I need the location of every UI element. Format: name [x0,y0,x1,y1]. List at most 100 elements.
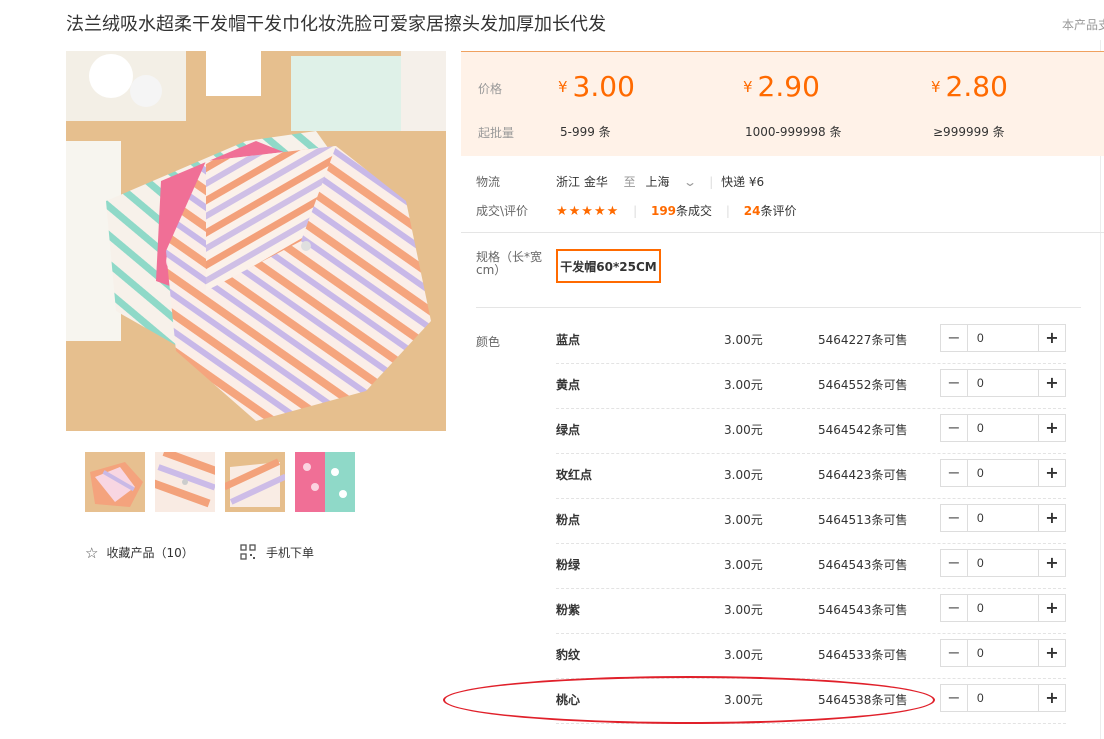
price-value: 2.90 [757,70,820,103]
ship-to-select[interactable]: 上海 [646,175,670,189]
corner-note: 本产品支 [1062,18,1104,32]
review-count[interactable]: 24 [744,204,761,218]
mobile-order-button[interactable]: 手机下单 [240,544,314,561]
unit-price: 3.00元 [724,423,763,437]
qr-code-icon [240,544,256,560]
quantity-input[interactable] [968,505,1038,531]
min-qty-label: 起批量 [478,126,515,140]
increase-button[interactable]: + [1038,460,1065,486]
color-row: 粉绿 3.00元 5464543条可售 − + [556,543,1066,589]
price-value: 3.00 [572,70,635,103]
decrease-button[interactable]: − [941,685,968,711]
color-row: 粉点3.00元5464513条可售−+ [556,498,1066,544]
quantity-stepper: −+ [940,639,1066,667]
price-tier-1: ¥3.00 [558,70,635,103]
quantity-stepper: −+ [940,324,1066,352]
stock-available: 5464543条可售 [818,558,908,572]
decrease-button[interactable]: − [941,550,968,576]
thumbnail-1[interactable] [85,452,145,512]
deal-count[interactable]: 199 [651,204,676,218]
unit-price: 3.00元 [724,468,763,482]
thumbnail-3[interactable] [225,452,285,512]
quantity-input[interactable] [968,640,1038,666]
quantity-stepper: −+ [940,504,1066,532]
decrease-button[interactable]: − [941,415,968,441]
decrease-button[interactable]: − [941,370,968,396]
favorite-label: 收藏产品（10） [106,546,194,560]
review-suffix: 条评价 [760,204,797,218]
product-title: 法兰绒吸水超柔干发帽干发巾化妆洗脸可爱家居擦头发加厚加长代发 [66,14,606,35]
stock-available: 5464227条可售 [818,333,908,347]
quantity-input[interactable] [968,685,1038,711]
unit-price: 3.00元 [724,558,763,572]
unit-price: 3.00元 [724,693,763,707]
quantity-stepper: −+ [940,369,1066,397]
increase-button[interactable]: + [1038,550,1065,576]
color-name: 玫红点 [556,468,593,482]
thumbnail-2[interactable] [155,452,215,512]
price-panel: 价格 起批量 ¥3.00 ¥2.90 ¥2.80 5-999 条 1000-99… [461,51,1104,156]
stock-available: 5464542条可售 [818,423,908,437]
logistics-info: 浙江 金华 至 上海 ⌄ | 快递 ¥6 [556,173,770,190]
decrease-button[interactable]: − [941,640,968,666]
increase-button[interactable]: + [1038,595,1065,621]
qty-tier-2: 1000-999998 条 [745,125,842,139]
color-row: 桃心 3.00元 5464538条可售 − + [556,678,1066,724]
quantity-input[interactable] [968,370,1038,396]
stock-available: 5464543条可售 [818,603,908,617]
color-row: 黄点3.00元5464552条可售−+ [556,363,1066,409]
price-tier-2: ¥2.90 [743,70,820,103]
unit-price: 3.00元 [724,648,763,662]
decrease-button[interactable]: − [941,460,968,486]
currency-symbol: ¥ [743,78,753,96]
rating-stars: ★★★★★ [556,204,620,219]
color-row: 豹纹3.00元5464533条可售−+ [556,633,1066,679]
decrease-button[interactable]: − [941,595,968,621]
quantity-input[interactable] [968,460,1038,486]
logistics-label: 物流 [476,175,501,189]
quantity-input[interactable] [968,550,1038,576]
increase-button[interactable]: + [1038,370,1065,396]
favorite-product-button[interactable]: ☆ 收藏产品（10） [85,544,194,562]
unit-price: 3.00元 [724,378,763,392]
star-outline-icon: ☆ [85,544,99,562]
increase-button[interactable]: + [1038,685,1065,711]
color-name: 粉紫 [556,603,581,617]
decrease-button[interactable]: − [941,325,968,351]
separator: | [709,175,714,189]
unit-price: 3.00元 [724,513,763,527]
stock-available: 5464538条可售 [818,693,908,707]
increase-button[interactable]: + [1038,505,1065,531]
main-product-image[interactable] [66,51,446,431]
chevron-down-icon[interactable]: ⌄ [683,175,697,189]
color-name: 桃心 [556,693,581,707]
divider [461,232,1104,233]
quantity-input[interactable] [968,415,1038,441]
deals-label: 成交\评价 [476,204,529,218]
color-name: 蓝点 [556,333,581,347]
price-label: 价格 [478,82,503,96]
quantity-input[interactable] [968,595,1038,621]
unit-price: 3.00元 [724,603,763,617]
quantity-input[interactable] [968,325,1038,351]
decrease-button[interactable]: − [941,505,968,531]
price-value: 2.80 [945,70,1008,103]
deal-suffix: 条成交 [676,204,713,218]
separator: | [633,204,638,218]
quantity-stepper: −+ [940,414,1066,442]
express-fee: 快递 ¥6 [721,175,765,189]
currency-symbol: ¥ [558,78,568,96]
qty-tier-3: ≥999999 条 [933,125,1005,139]
price-tier-3: ¥2.80 [931,70,1008,103]
spec-option-selected[interactable]: 干发帽60*25CM [556,249,661,283]
increase-button[interactable]: + [1038,415,1065,441]
color-name: 粉绿 [556,558,581,572]
color-name: 粉点 [556,513,581,527]
increase-button[interactable]: + [1038,640,1065,666]
stock-available: 5464423条可售 [818,468,908,482]
thumbnail-4[interactable] [295,452,355,512]
increase-button[interactable]: + [1038,325,1065,351]
color-name: 豹纹 [556,648,581,662]
unit-price: 3.00元 [724,333,763,347]
color-name: 黄点 [556,378,581,392]
